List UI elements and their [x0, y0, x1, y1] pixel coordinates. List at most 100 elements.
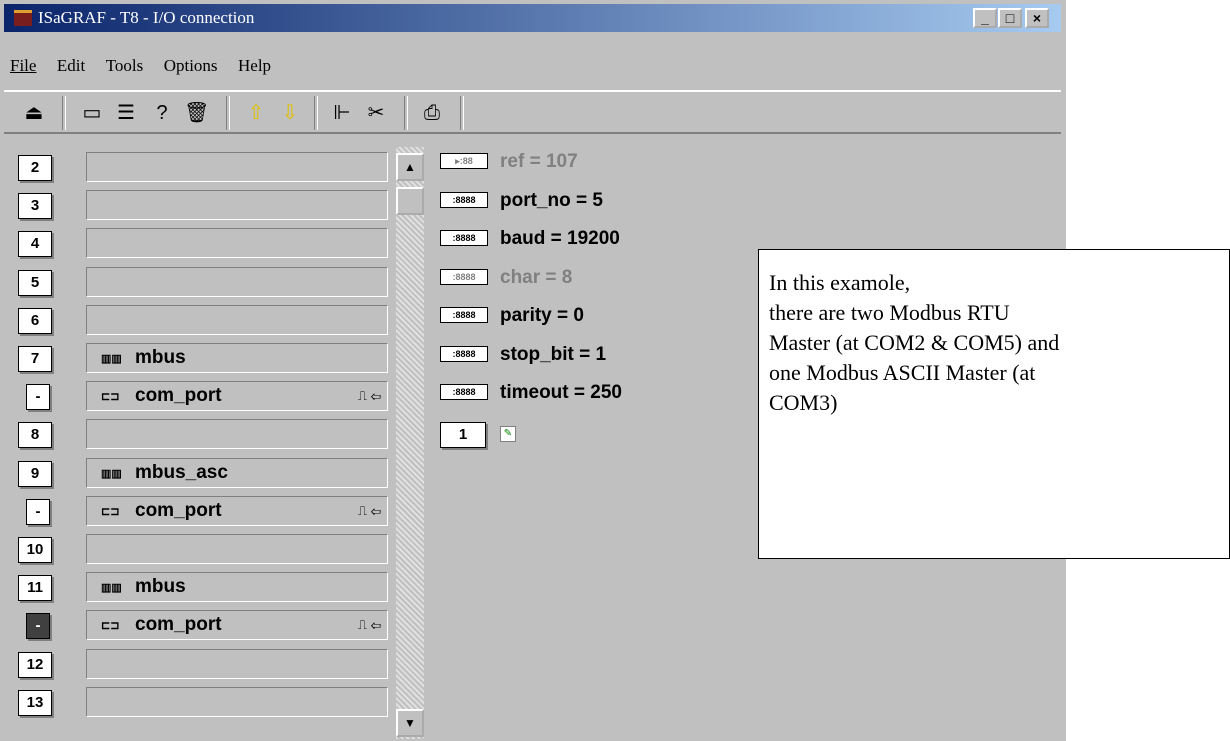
board-icon: ▥▥	[101, 467, 122, 480]
slot-number[interactable]: 2	[18, 155, 52, 181]
delete-icon[interactable]: 🗑	[184, 101, 209, 125]
parameter-text: baud = 19200	[500, 228, 620, 249]
toolbar-separator	[404, 96, 408, 130]
channel-number[interactable]: 1	[440, 422, 486, 448]
app-icon	[14, 10, 32, 26]
slot-row-sub[interactable]: - ⊏⊐ com_port ⎍ ⇦	[18, 379, 388, 413]
parameter-icon: :8888	[440, 268, 488, 285]
signal-direction-icon: ⎍ ⇦	[357, 502, 381, 518]
port-icon: ⊏⊐	[101, 505, 120, 518]
board-icon: ▥▥	[101, 353, 122, 365]
cut-icon[interactable]: ✂	[364, 101, 388, 125]
maximize-button[interactable]: □	[998, 8, 1022, 28]
parameter-icon: ▸:88	[440, 153, 488, 169]
slot-number[interactable]: 7	[18, 346, 52, 372]
slot-number[interactable]: 10	[18, 537, 52, 563]
slot-cell[interactable]	[86, 266, 388, 297]
scroll-up-icon[interactable]: ▲	[396, 153, 424, 181]
slot-row[interactable]: 3	[18, 188, 388, 222]
slot-row-sub[interactable]: - ⊏⊐ com_port ⎍ ⇦	[18, 494, 388, 528]
slot-cell[interactable]	[86, 304, 388, 335]
edit-icon[interactable]: ✎	[500, 426, 516, 442]
slot-cell[interactable]	[86, 419, 388, 450]
callout-line: In this examole,	[769, 270, 911, 295]
slot-row[interactable]: 9 ▥▥ mbus_asc	[18, 456, 388, 490]
slot-cell[interactable]: ⊏⊐ com_port ⎍ ⇦	[86, 381, 388, 412]
slot-cell[interactable]	[86, 648, 388, 679]
menu-options[interactable]: Options	[164, 56, 218, 76]
slot-label: com_port	[135, 614, 222, 636]
parameter-icon: :8888	[440, 191, 488, 208]
move-up-icon[interactable]: ⇧	[244, 101, 268, 125]
slot-label: mbus	[135, 347, 186, 368]
scroll-thumb[interactable]	[396, 187, 424, 215]
scroll-down-icon[interactable]: ▼	[396, 709, 424, 737]
callout-line: Master (at COM2 & COM5) and	[769, 330, 1060, 355]
slot-cell[interactable]: ▥▥ mbus	[86, 572, 388, 603]
parameter-row[interactable]: :8888 char = 8	[440, 267, 572, 297]
parameter-row[interactable]: :8888 port_no = 5	[440, 190, 603, 220]
close-button[interactable]: ×	[1025, 8, 1049, 28]
menu-edit[interactable]: Edit	[57, 56, 85, 76]
minimize-button[interactable]: _	[973, 8, 997, 28]
slot-number[interactable]: 4	[18, 231, 52, 258]
slot-cell[interactable]: ⊏⊐ com_port ⎍ ⇦	[86, 495, 388, 526]
parameter-row[interactable]: ▸:88 ref = 107	[440, 151, 578, 181]
slot-number[interactable]: 13	[18, 689, 52, 716]
slot-row[interactable]: 8	[18, 417, 388, 451]
port-icon: ⊏⊐	[101, 391, 120, 404]
menu-file[interactable]: File	[10, 56, 36, 76]
slot-label: com_port	[135, 385, 222, 407]
slot-number[interactable]: 5	[18, 269, 52, 296]
slot-cell[interactable]: ▥▥ mbus	[86, 343, 388, 373]
slot-row[interactable]: 6	[18, 303, 388, 337]
slot-number[interactable]: 3	[18, 193, 52, 220]
slot-row[interactable]: 11 ▥▥ mbus	[18, 570, 388, 604]
slot-cell[interactable]	[86, 534, 388, 564]
vertical-scrollbar[interactable]: ▲ ▼	[396, 147, 424, 739]
slot-number[interactable]: 6	[18, 307, 52, 334]
help-icon[interactable]: ?	[150, 101, 174, 125]
move-down-icon[interactable]: ⇩	[278, 101, 302, 125]
board-icon[interactable]: ▭	[80, 101, 104, 125]
slot-number[interactable]: -	[26, 613, 50, 640]
connect-icon[interactable]: ⊩	[330, 101, 354, 125]
slot-row[interactable]: 12	[18, 647, 388, 681]
signal-direction-icon: ⎍ ⇦	[357, 388, 381, 404]
slot-number[interactable]: 8	[18, 422, 52, 449]
title-bar[interactable]: ISaGRAF - T8 - I/O connection _ □ ×	[4, 4, 1061, 32]
parameter-row[interactable]: :8888 parity = 0	[440, 305, 584, 335]
slot-cell[interactable]	[86, 686, 388, 717]
slot-label: mbus	[135, 576, 186, 598]
parameter-row[interactable]: :8888 timeout = 250	[440, 382, 622, 412]
slot-number[interactable]: 12	[18, 651, 52, 678]
slot-cell[interactable]: ⊏⊐ com_port ⎍ ⇦	[86, 610, 388, 641]
open-icon[interactable]: ⏏	[22, 101, 46, 125]
print-icon[interactable]: ⎙	[420, 101, 444, 125]
slot-row[interactable]: 7 ▥▥ mbus	[18, 341, 388, 375]
slot-number[interactable]: -	[26, 498, 50, 525]
slot-row[interactable]: 13	[18, 685, 388, 719]
equipment-icon[interactable]: ☰	[114, 101, 138, 125]
slot-row[interactable]: 2	[18, 150, 388, 184]
slot-row[interactable]: 5	[18, 265, 388, 299]
menu-help[interactable]: Help	[238, 56, 271, 76]
parameter-row[interactable]: :8888 baud = 19200	[440, 228, 620, 258]
slot-number[interactable]: 11	[18, 575, 52, 602]
slot-cell[interactable]	[86, 190, 388, 221]
slot-label: com_port	[135, 499, 222, 521]
slot-number[interactable]: -	[26, 384, 50, 411]
slot-number[interactable]: 9	[18, 460, 52, 487]
slot-row[interactable]: 10	[18, 532, 388, 566]
slot-cell[interactable]	[86, 152, 388, 182]
slot-row[interactable]: 4	[18, 226, 388, 260]
menu-bar: File Edit Tools Options Help	[4, 56, 279, 76]
parameter-row[interactable]: :8888 stop_bit = 1	[440, 344, 606, 374]
slot-cell[interactable]: ▥▥ mbus_asc	[86, 457, 388, 488]
parameter-text: char = 8	[500, 266, 573, 288]
slot-row-sub[interactable]: - ⊏⊐ com_port ⎍ ⇦	[18, 608, 388, 642]
parameter-text: parity = 0	[500, 305, 584, 326]
parameter-icon: :8888	[440, 345, 488, 362]
slot-cell[interactable]	[86, 228, 388, 259]
menu-tools[interactable]: Tools	[106, 56, 144, 76]
